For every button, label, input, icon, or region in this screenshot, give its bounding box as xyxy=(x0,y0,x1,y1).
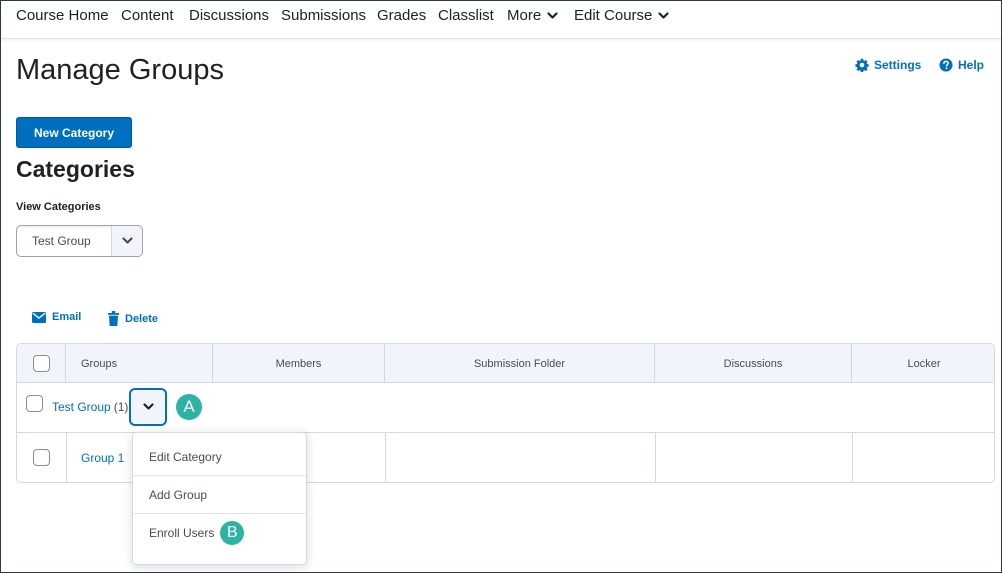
menu-item-edit-category[interactable]: Edit Category xyxy=(133,438,306,476)
email-label: Email xyxy=(52,311,82,323)
group-checkbox[interactable] xyxy=(33,449,50,466)
chevron-down-icon xyxy=(547,11,558,19)
view-categories-value: Test Group xyxy=(32,234,91,248)
chevron-down-icon xyxy=(121,237,133,244)
nav-discussions[interactable]: Discussions xyxy=(189,7,269,24)
group-link[interactable]: Group 1 xyxy=(81,451,124,465)
callout-marker-a: A xyxy=(176,394,202,420)
nav-content[interactable]: Content xyxy=(121,7,174,24)
category-link[interactable]: Test Group xyxy=(52,400,111,414)
view-categories-label: View Categories xyxy=(16,201,101,213)
select-arrow xyxy=(111,226,142,256)
nav-grades[interactable]: Grades xyxy=(377,7,426,24)
cell-divider xyxy=(385,433,386,482)
menu-item-enroll-users-label: Enroll Users xyxy=(149,526,215,540)
nav-more-label: More xyxy=(507,7,542,24)
trash-icon xyxy=(108,311,119,326)
nav-submissions[interactable]: Submissions xyxy=(281,7,366,24)
column-header-locker[interactable]: Locker xyxy=(852,344,994,383)
categories-heading: Categories xyxy=(16,156,135,182)
cell-divider xyxy=(852,433,853,482)
nav-classlist[interactable]: Classlist xyxy=(438,7,494,24)
chevron-down-icon xyxy=(658,11,669,19)
header-select-cell xyxy=(17,344,66,383)
callout-marker-b: B xyxy=(220,521,245,545)
envelope-icon xyxy=(32,311,46,323)
course-navbar: Course Home Content Discussions Submissi… xyxy=(1,1,1001,39)
gear-icon xyxy=(855,58,869,72)
settings-link[interactable]: Settings xyxy=(855,58,921,72)
help-label: Help xyxy=(958,58,985,72)
chevron-down-icon xyxy=(142,403,154,410)
category-count: (1) xyxy=(113,400,129,414)
view-categories-select[interactable]: Test Group xyxy=(16,225,143,257)
column-header-groups[interactable]: Groups xyxy=(66,344,213,383)
cell-divider xyxy=(655,433,656,482)
category-name-cell: Test Group (1) xyxy=(52,400,128,414)
nav-course-home[interactable]: Course Home xyxy=(16,7,109,24)
delete-action[interactable]: Delete xyxy=(108,311,158,326)
nav-edit-course-label: Edit Course xyxy=(574,7,653,24)
new-category-button[interactable]: New Category xyxy=(16,117,132,148)
help-icon xyxy=(939,58,953,72)
nav-edit-course-menu[interactable]: Edit Course xyxy=(574,7,669,24)
table-header: Groups Members Submission Folder Discuss… xyxy=(17,344,994,383)
column-header-discussions[interactable]: Discussions xyxy=(655,344,852,383)
help-link[interactable]: Help xyxy=(939,58,984,72)
settings-label: Settings xyxy=(874,58,922,72)
delete-label: Delete xyxy=(125,312,159,325)
category-actions-menu-button[interactable] xyxy=(129,388,167,426)
column-header-members[interactable]: Members xyxy=(213,344,385,383)
cell-divider xyxy=(66,433,67,482)
email-action[interactable]: Email xyxy=(32,311,81,323)
menu-item-enroll-users[interactable]: Enroll Users B xyxy=(133,514,306,552)
category-checkbox[interactable] xyxy=(26,395,43,412)
category-row: Test Group (1) A xyxy=(17,383,994,433)
column-header-submission-folder[interactable]: Submission Folder xyxy=(385,344,655,383)
page-title: Manage Groups xyxy=(16,54,224,86)
menu-item-add-group[interactable]: Add Group xyxy=(133,476,306,514)
select-all-checkbox[interactable] xyxy=(32,355,50,372)
category-context-menu: Edit Category Add Group Enroll Users B xyxy=(132,432,307,565)
nav-more-menu[interactable]: More xyxy=(507,7,558,24)
